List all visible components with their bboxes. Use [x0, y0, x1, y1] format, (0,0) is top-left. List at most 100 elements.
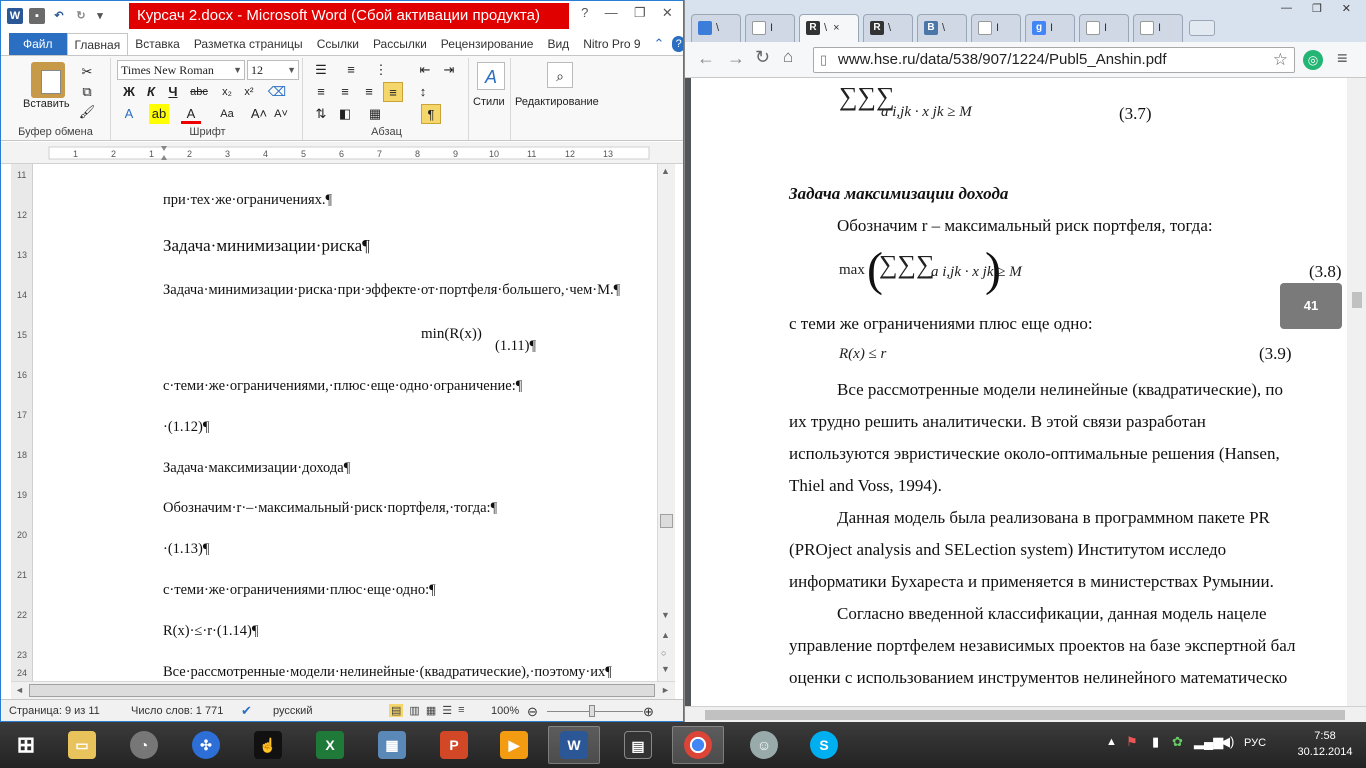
proofing-icon[interactable]: ✔: [241, 703, 252, 719]
prev-page-icon[interactable]: ▲: [661, 630, 670, 640]
browser-tab[interactable]: B \: [917, 14, 967, 42]
taskbar-app[interactable]: ☝: [242, 726, 294, 764]
format-painter-icon[interactable]: 🖌: [77, 102, 97, 122]
volume-icon[interactable]: ◀): [1220, 734, 1234, 750]
browser-tab-active[interactable]: R \ ×: [799, 14, 859, 42]
change-case-icon[interactable]: Aa: [217, 104, 237, 124]
save-icon[interactable]: ▪: [29, 8, 45, 24]
pdf-vertical-scrollbar[interactable]: [1347, 78, 1366, 706]
tab-view[interactable]: Вид: [540, 33, 576, 55]
browser-tab[interactable]: gI: [1025, 14, 1075, 42]
bold-icon[interactable]: Ж: [119, 82, 139, 102]
taskbar-app[interactable]: ◔: [118, 726, 170, 764]
vertical-ruler[interactable]: 11 12 13 14 15 16 17 18 19 20 21 22 23 24: [11, 164, 33, 681]
line-spacing-icon[interactable]: ↕: [413, 82, 433, 102]
tab-mailings[interactable]: Рассылки: [366, 33, 434, 55]
scroll-right-icon[interactable]: ►: [661, 685, 670, 695]
highlight-icon[interactable]: ab: [149, 104, 169, 124]
clear-formatting-icon[interactable]: ⌫: [267, 82, 287, 102]
new-tab-button[interactable]: [1189, 20, 1215, 36]
tab-page-layout[interactable]: Разметка страницы: [187, 33, 310, 55]
browse-object-icon[interactable]: ○: [661, 648, 666, 658]
tab-insert[interactable]: Вставка: [128, 33, 187, 55]
align-right-icon[interactable]: ≡: [359, 82, 379, 102]
increase-indent-icon[interactable]: ⇥: [439, 60, 459, 80]
maximize-icon[interactable]: ❐: [1312, 2, 1322, 18]
numbering-icon[interactable]: ≡: [341, 60, 361, 80]
scroll-up-icon[interactable]: ▲: [661, 166, 670, 176]
clock[interactable]: 7:58 30.12.2014: [1292, 730, 1358, 758]
pdf-page[interactable]: ∑∑∑ a i,jk · x jk ≥ M (3.7) Задача макси…: [691, 78, 1347, 706]
word-horizontal-scrollbar[interactable]: ◄ ►: [11, 681, 675, 699]
copy-icon[interactable]: ⧉: [77, 82, 97, 102]
taskbar-chrome[interactable]: [672, 726, 724, 764]
underline-icon[interactable]: Ч: [163, 82, 183, 102]
word-logo-icon[interactable]: W: [7, 8, 23, 24]
styles-icon[interactable]: A: [477, 62, 505, 90]
taskbar-media[interactable]: ▶: [488, 726, 540, 764]
next-page-icon[interactable]: ▼: [661, 664, 670, 674]
undo-icon[interactable]: ↶: [51, 8, 67, 24]
borders-icon[interactable]: ▦: [365, 104, 385, 124]
language-indicator[interactable]: РУС: [1244, 737, 1266, 749]
subscript-icon[interactable]: x₂: [217, 82, 237, 102]
maximize-icon[interactable]: ❐: [634, 5, 646, 27]
taskbar-word[interactable]: W: [548, 726, 600, 764]
text-effects-icon[interactable]: A: [119, 104, 139, 124]
ribbon-collapse-icon[interactable]: ⌃: [654, 33, 665, 55]
taskbar-app[interactable]: ▤: [612, 726, 664, 764]
browser-tab[interactable]: I: [745, 14, 795, 42]
scroll-left-icon[interactable]: ◄: [15, 685, 24, 695]
align-center-icon[interactable]: ≡: [335, 82, 355, 102]
zoom-slider[interactable]: [547, 711, 643, 712]
pdf-horizontal-scrollbar[interactable]: [685, 706, 1366, 722]
battery-icon[interactable]: ▮: [1152, 734, 1159, 750]
word-vertical-scrollbar[interactable]: ▲ ▼ ▲ ○ ▼: [657, 164, 675, 681]
sort-icon[interactable]: ⇅: [311, 104, 331, 124]
word-count[interactable]: Число слов: 1 771: [131, 705, 223, 717]
browser-tab[interactable]: R \: [863, 14, 913, 42]
home-icon[interactable]: ⌂: [783, 47, 793, 67]
minimize-icon[interactable]: —: [605, 5, 618, 27]
scroll-thumb[interactable]: [660, 514, 673, 528]
address-bar[interactable]: ▯ www.hse.ru/data/538/907/1224/Publ5_Ans…: [813, 47, 1295, 73]
tab-file[interactable]: Файл: [9, 33, 67, 55]
tab-review[interactable]: Рецензирование: [434, 33, 541, 55]
page-counter[interactable]: Страница: 9 из 11: [9, 705, 100, 717]
close-icon[interactable]: ✕: [1342, 2, 1351, 18]
menu-icon[interactable]: ≡: [1337, 48, 1348, 69]
paste-button[interactable]: Вставить: [23, 98, 70, 110]
action-center-icon[interactable]: ⚑: [1126, 734, 1138, 750]
italic-icon[interactable]: К: [141, 82, 161, 102]
editing-button[interactable]: Редактирование: [515, 96, 599, 108]
tab-home[interactable]: Главная: [66, 33, 129, 55]
tray-expand-icon[interactable]: ▲: [1106, 736, 1117, 748]
cut-icon[interactable]: ✂: [77, 62, 97, 82]
close-icon[interactable]: ✕: [662, 5, 673, 27]
font-color-icon[interactable]: A: [181, 104, 201, 124]
help-icon[interactable]: ?: [672, 36, 683, 52]
zoom-slider-thumb[interactable]: [589, 705, 595, 717]
align-left-icon[interactable]: ≡: [311, 82, 331, 102]
pdf-scroll-thumb[interactable]: [1352, 292, 1362, 308]
bullets-icon[interactable]: ☰: [311, 60, 331, 80]
draft-icon[interactable]: ≡: [458, 704, 464, 717]
start-button[interactable]: ⊞: [0, 726, 52, 764]
tab-nitro[interactable]: Nitro Pro 9: [576, 33, 647, 55]
taskbar-app[interactable]: ✣: [180, 726, 232, 764]
hscroll-thumb[interactable]: [29, 684, 655, 697]
horizontal-ruler[interactable]: 1212 3456 7 8 9 10 11 12 13: [1, 142, 683, 164]
minimize-icon[interactable]: —: [1281, 2, 1292, 18]
binoculars-icon[interactable]: ⌕: [547, 62, 573, 88]
superscript-icon[interactable]: x²: [239, 82, 259, 102]
font-size-select[interactable]: 12 ▼: [247, 60, 299, 80]
web-layout-icon[interactable]: ▦: [426, 704, 436, 717]
browser-tab[interactable]: \: [691, 14, 741, 42]
paste-icon[interactable]: [31, 62, 65, 98]
taskbar-explorer[interactable]: ▭: [56, 726, 108, 764]
customize-qat-icon[interactable]: ▾: [95, 8, 105, 24]
grow-font-icon[interactable]: A˄: [249, 104, 269, 124]
security-icon[interactable]: ✿: [1172, 734, 1183, 750]
taskbar-skype[interactable]: S: [798, 726, 850, 764]
styles-button[interactable]: Стили: [473, 96, 505, 108]
